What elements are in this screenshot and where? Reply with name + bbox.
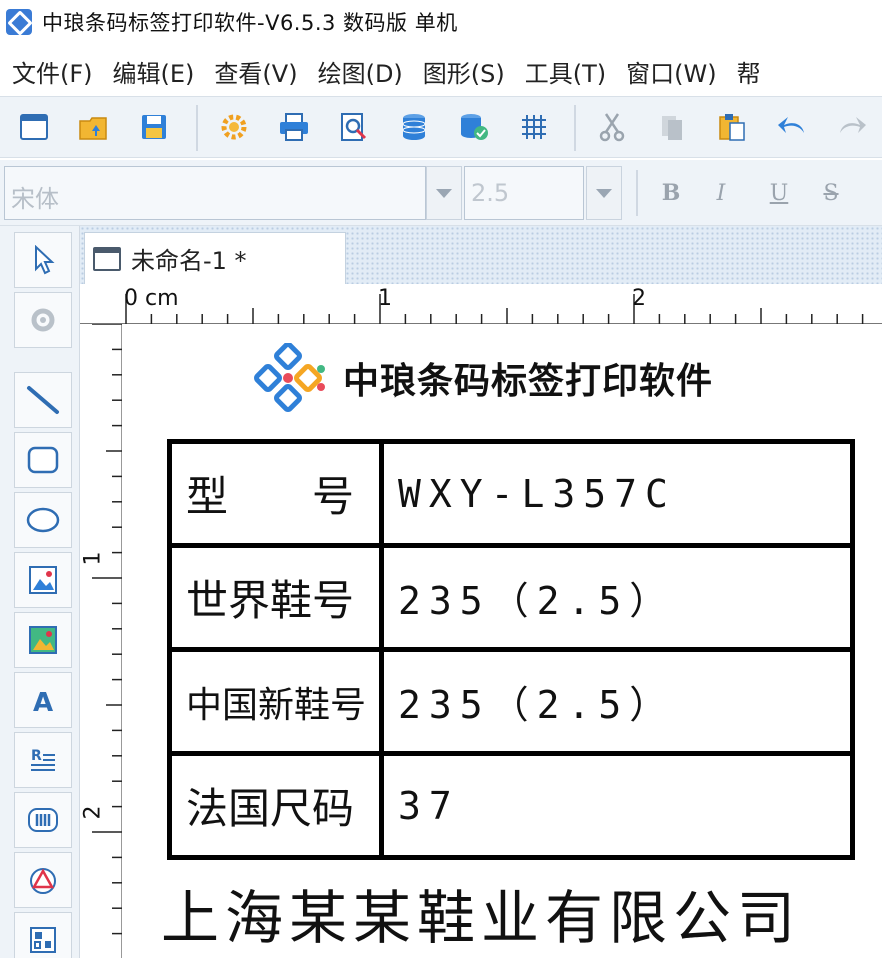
table-row: 中国新鞋号 235（2.5） [167, 647, 855, 756]
label-canvas[interactable]: 中琅条码标签打印软件 型 号 WXY-L357C 世界鞋号 235（2.5） 中… [123, 325, 882, 958]
line-icon[interactable] [14, 372, 72, 428]
open-icon[interactable] [76, 109, 112, 145]
save-icon[interactable] [136, 109, 172, 145]
font-size-input[interactable]: 2.5 [464, 166, 584, 220]
undo-icon[interactable] [774, 109, 810, 145]
ellipse-icon[interactable] [14, 492, 72, 548]
rounded-rect-icon[interactable] [14, 432, 72, 488]
font-name-dropdown-icon[interactable] [426, 166, 462, 220]
menu-view[interactable]: 查看(V) [214, 54, 297, 89]
image-icon[interactable] [14, 552, 72, 608]
window-title: 中琅条码标签打印软件-V6.5.3 数码版 单机 [42, 11, 458, 35]
rotate-icon[interactable] [14, 292, 72, 348]
underline-button[interactable]: U [764, 174, 794, 212]
fontbar-separator [636, 170, 638, 216]
richtext-icon[interactable]: R [14, 732, 72, 788]
drawing-toolbox: A R [0, 226, 80, 958]
font-size-dropdown-icon[interactable] [586, 166, 622, 220]
title-bar: 中琅条码标签打印软件-V6.5.3 数码版 单机 [0, 0, 882, 44]
grid-icon[interactable] [516, 109, 552, 145]
menu-edit[interactable]: 编辑(E) [113, 54, 195, 89]
menu-shape[interactable]: 图形(S) [423, 54, 505, 89]
shape-icon[interactable] [14, 852, 72, 908]
menu-help[interactable]: 帮 [737, 54, 761, 89]
toolbar-separator [574, 105, 576, 151]
row-key: 型 号 [167, 439, 384, 548]
ruler-label-0: 0 cm [124, 286, 179, 311]
menu-tools[interactable]: 工具(T) [525, 54, 606, 89]
brand-header: 中琅条码标签打印软件 [249, 343, 713, 413]
redo-icon[interactable] [834, 109, 870, 145]
row-key: 法国尺码 [167, 751, 384, 860]
row-key: 世界鞋号 [167, 543, 384, 652]
pointer-icon[interactable] [14, 232, 72, 288]
strikethrough-button[interactable]: S [816, 174, 846, 212]
app-logo-icon [6, 9, 32, 35]
table-row: 法国尺码 37 [167, 751, 855, 860]
spec-table[interactable]: 型 号 WXY-L357C 世界鞋号 235（2.5） 中国新鞋号 235（2.… [167, 439, 855, 860]
paste-icon[interactable] [714, 109, 750, 145]
cut-icon[interactable] [594, 109, 630, 145]
picture-icon[interactable] [14, 612, 72, 668]
toolbar-separator [196, 105, 198, 151]
new-icon[interactable] [16, 109, 52, 145]
print-icon[interactable] [276, 109, 312, 145]
svg-text:R: R [31, 748, 42, 764]
row-value: 37 [379, 751, 855, 860]
tab-document-label: 未命名-1 * [131, 247, 247, 275]
brand-name: 中琅条码标签打印软件 [343, 361, 714, 402]
row-value: 235（2.5） [379, 647, 855, 756]
ruler-label-2: 2 [632, 286, 646, 311]
row-value: WXY-L357C [379, 439, 855, 548]
font-toolbar: 宋体 2.5 B I U S [0, 160, 882, 226]
copy-icon[interactable] [654, 109, 690, 145]
text-icon[interactable]: A [14, 672, 72, 728]
barcode-icon[interactable] [14, 792, 72, 848]
brand-logo-icon [254, 343, 325, 412]
company-name: 上海某某鞋业有限公司 [161, 884, 802, 952]
document-window-icon [93, 246, 121, 271]
vertical-ruler-ticks [92, 324, 122, 935]
font-name-select[interactable]: 宋体 [4, 166, 426, 220]
horizontal-ruler[interactable]: 0 cm 1 2 [80, 284, 882, 324]
italic-button[interactable]: I [706, 174, 736, 212]
qrcode-icon[interactable] [14, 912, 72, 958]
ruler-label-1: 1 [378, 286, 392, 311]
table-row: 世界鞋号 235（2.5） [167, 543, 855, 652]
menu-window[interactable]: 窗口(W) [626, 54, 716, 89]
document-tab-strip: 未命名-1 * [80, 226, 882, 284]
main-toolbar [0, 96, 882, 158]
row-value: 235（2.5） [379, 543, 855, 652]
vertical-ruler[interactable]: 1 2 [80, 324, 122, 958]
tab-document[interactable]: 未命名-1 * [84, 232, 346, 284]
ruler-vlabel-2: 2 [80, 805, 106, 820]
database-settings-icon[interactable] [456, 109, 492, 145]
menu-file[interactable]: 文件(F) [12, 54, 93, 89]
table-row: 型 号 WXY-L357C [167, 439, 855, 548]
horizontal-ruler-ticks [125, 294, 864, 324]
menu-draw[interactable]: 绘图(D) [318, 54, 403, 89]
bold-button[interactable]: B [656, 174, 686, 212]
menu-bar: 文件(F) 编辑(E) 查看(V) 绘图(D) 图形(S) 工具(T) 窗口(W… [0, 48, 882, 94]
database-icon[interactable] [396, 109, 432, 145]
settings-icon[interactable] [216, 109, 252, 145]
print-preview-icon[interactable] [336, 109, 372, 145]
row-key: 中国新鞋号 [167, 647, 384, 756]
svg-text:A: A [33, 688, 53, 715]
ruler-vlabel-1: 1 [80, 551, 106, 566]
